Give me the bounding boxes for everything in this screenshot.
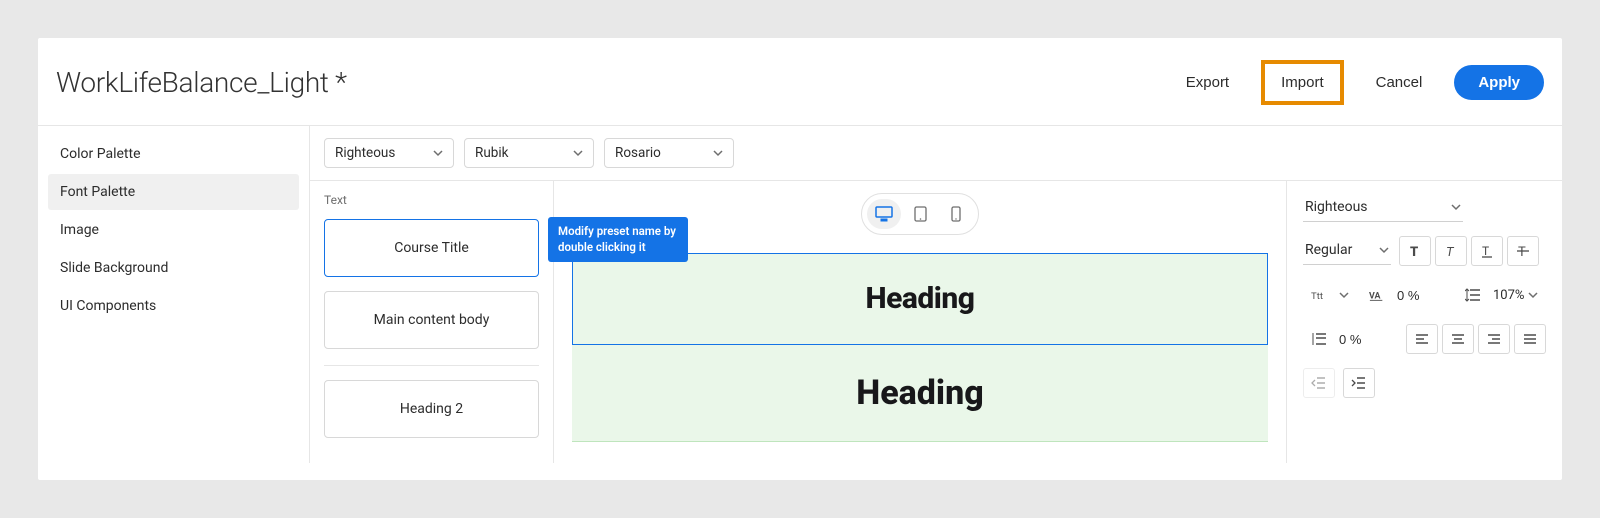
text-style-strip: T T T T: [1399, 236, 1539, 266]
inspector-font-value: Righteous: [1305, 199, 1368, 215]
preset-course-title[interactable]: Course Title: [324, 219, 539, 277]
bold-icon: T: [1407, 243, 1423, 259]
font3-value: Rosario: [615, 145, 661, 161]
svg-text:T: T: [1482, 244, 1489, 258]
font3-dropdown[interactable]: Rosario: [604, 138, 734, 168]
cancel-button[interactable]: Cancel: [1364, 65, 1435, 100]
tracking-icon: VA: [1369, 287, 1385, 303]
font1-dropdown[interactable]: Righteous: [324, 138, 454, 168]
font2-value: Rubik: [475, 145, 508, 161]
text-case-icon: Ttt: [1311, 287, 1327, 303]
app-window: WorkLifeBalance_Light * Export Import Ca…: [38, 38, 1562, 480]
bold-button[interactable]: T: [1399, 236, 1431, 266]
chevron-down-icon: [1528, 290, 1538, 300]
strikethrough-button[interactable]: T: [1507, 236, 1539, 266]
paragraph-spacing-icon-button[interactable]: [1303, 324, 1335, 354]
align-justify-icon: [1522, 331, 1538, 347]
import-button[interactable]: Import: [1261, 60, 1344, 105]
outdent-icon: [1311, 375, 1327, 391]
font1-value: Righteous: [335, 145, 395, 161]
chevron-down-icon: [1339, 290, 1349, 300]
outdent-button[interactable]: [1303, 368, 1335, 398]
section-label-text: Text: [324, 193, 539, 207]
align-right-icon: [1486, 331, 1502, 347]
sidebar: Color Palette Font Palette Image Slide B…: [38, 126, 310, 463]
preview-heading-1: Heading: [582, 281, 1258, 316]
svg-text:T: T: [1446, 245, 1455, 259]
preset-main-content-body[interactable]: Main content body: [324, 291, 539, 349]
sidebar-item-image[interactable]: Image: [48, 212, 299, 248]
desktop-icon: [875, 206, 893, 222]
chevron-down-icon: [1451, 202, 1461, 212]
sidebar-item-slide-background[interactable]: Slide Background: [48, 250, 299, 286]
divider: [324, 365, 539, 366]
font-bar: Righteous Rubik Rosario: [310, 126, 1562, 181]
tablet-icon: [914, 206, 927, 222]
inspector-font-dropdown[interactable]: Righteous: [1303, 195, 1463, 222]
preview-heading-2: Heading: [582, 373, 1258, 413]
align-justify-button[interactable]: [1514, 324, 1546, 354]
preview-block-2[interactable]: Heading: [572, 345, 1268, 442]
align-left-button[interactable]: [1406, 324, 1438, 354]
italic-icon: T: [1443, 243, 1459, 259]
device-tablet-button[interactable]: [903, 199, 937, 229]
paragraph-spacing-icon: [1311, 331, 1327, 347]
align-left-icon: [1414, 331, 1430, 347]
preset-column: Text Course Title Main content body Head…: [310, 181, 554, 463]
strikethrough-icon: T: [1515, 243, 1531, 259]
page-title: WorkLifeBalance_Light *: [56, 66, 347, 99]
chevron-down-icon: [1379, 245, 1389, 255]
tooltip-rename-preset: Modify preset name by double clicking it: [548, 217, 688, 262]
underline-button[interactable]: T: [1471, 236, 1503, 266]
font2-dropdown[interactable]: Rubik: [464, 138, 594, 168]
header-actions: Export Import Cancel Apply: [1174, 60, 1544, 105]
svg-text:T: T: [1518, 245, 1526, 259]
lineheight-value: 107%: [1493, 288, 1524, 303]
align-right-button[interactable]: [1478, 324, 1510, 354]
header: WorkLifeBalance_Light * Export Import Ca…: [38, 38, 1562, 126]
content-row: Text Course Title Main content body Head…: [310, 181, 1562, 463]
sidebar-item-font-palette[interactable]: Font Palette: [48, 174, 299, 210]
apply-button[interactable]: Apply: [1454, 65, 1544, 100]
chevron-down-icon: [433, 148, 443, 158]
tracking-input[interactable]: [1397, 288, 1441, 303]
text-case-button[interactable]: Ttt: [1303, 280, 1335, 310]
preview-stack: Heading Heading: [572, 253, 1268, 442]
device-desktop-button[interactable]: [867, 199, 901, 229]
inspector-panel: Righteous Regular T T T T: [1286, 181, 1562, 463]
align-strip: [1406, 324, 1546, 354]
paragraph-spacing-input[interactable]: [1339, 332, 1383, 347]
indent-button[interactable]: [1343, 368, 1375, 398]
align-center-button[interactable]: [1442, 324, 1474, 354]
svg-text:Ttt: Ttt: [1311, 291, 1323, 302]
svg-text:T: T: [1410, 245, 1418, 259]
inspector-weight-dropdown[interactable]: Regular: [1303, 238, 1391, 265]
line-height-icon: [1465, 287, 1481, 303]
lineheight-icon-button[interactable]: [1457, 280, 1489, 310]
italic-button[interactable]: T: [1435, 236, 1467, 266]
indent-icon: [1351, 375, 1367, 391]
preset-heading-2[interactable]: Heading 2: [324, 380, 539, 438]
sidebar-item-ui-components[interactable]: UI Components: [48, 288, 299, 324]
inspector-weight-value: Regular: [1305, 242, 1352, 258]
body: Color Palette Font Palette Image Slide B…: [38, 126, 1562, 463]
chevron-down-icon: [573, 148, 583, 158]
preview-block-1[interactable]: Heading: [572, 253, 1268, 345]
middle-pane: Righteous Rubik Rosario Text Course Titl…: [310, 126, 1562, 463]
device-pill: [861, 193, 979, 235]
align-center-icon: [1450, 331, 1466, 347]
tracking-icon-button[interactable]: VA: [1361, 280, 1393, 310]
chevron-down-icon: [713, 148, 723, 158]
mobile-icon: [951, 206, 961, 222]
underline-icon: T: [1479, 243, 1495, 259]
sidebar-item-color-palette[interactable]: Color Palette: [48, 136, 299, 172]
device-mobile-button[interactable]: [939, 199, 973, 229]
export-button[interactable]: Export: [1174, 65, 1241, 100]
